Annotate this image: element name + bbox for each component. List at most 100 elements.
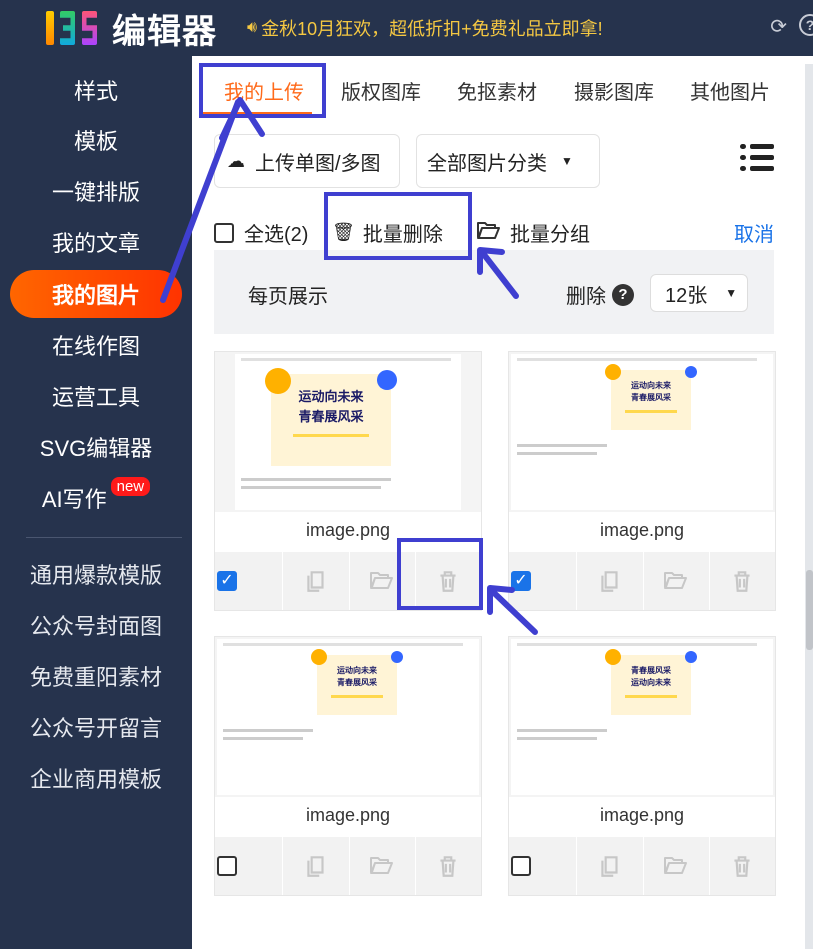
sidebar-item-label: 运营工具	[51, 385, 140, 410]
sidebar-item-label: 公众号开留言	[29, 716, 162, 741]
poster-title: 运动向未来	[631, 381, 671, 390]
select-all-label: 全选(2)	[244, 224, 309, 246]
image-checkbox[interactable]	[511, 856, 531, 876]
list-view-icon[interactable]	[740, 144, 774, 172]
sidebar-item-templates[interactable]: 模板	[0, 116, 192, 164]
sidebar-item-popular-templates[interactable]: 通用爆款模版	[0, 550, 192, 598]
select-all-checkbox[interactable]: 全选(2)	[214, 218, 308, 247]
announcement-text: 金秋10月狂欢，超低折扣+免费礼品立即拿!	[261, 19, 603, 39]
image-thumbnail[interactable]: 运动向未来 青春展风采	[509, 352, 775, 512]
image-thumbnail[interactable]: 青春展风采 运动向未来	[509, 637, 775, 797]
cloud-upload-icon: ☁	[227, 150, 245, 171]
poster-title: 运动向未来	[337, 666, 377, 675]
image-card[interactable]: 运动向未来青春展风采 image.png	[214, 636, 482, 896]
trash-icon[interactable]	[708, 552, 775, 610]
sidebar-item-one-click-layout[interactable]: 一键排版	[0, 167, 192, 215]
image-actions: ✓	[509, 552, 775, 610]
trash-icon[interactable]	[708, 837, 775, 895]
select-cell[interactable]	[509, 837, 576, 895]
sidebar-item-label: 在线作图	[51, 334, 140, 359]
poster-title: 运动向未来	[298, 389, 364, 404]
folder-open-icon	[476, 220, 500, 246]
sidebar-item-my-articles[interactable]: 我的文章	[0, 218, 192, 266]
image-thumbnail[interactable]: 运动向未来青春展风采	[215, 637, 481, 797]
category-select[interactable]: 全部图片分类 ▼	[416, 134, 600, 188]
folder-open-icon[interactable]	[642, 837, 709, 895]
sidebar-item-label: 企业商用模板	[29, 767, 162, 792]
top-bar: 编辑器 🔊︎ 金秋10月狂欢，超低折扣+免费礼品立即拿! ⟳ ?	[0, 0, 813, 56]
trash-icon[interactable]	[414, 837, 481, 895]
tab-copyright-library[interactable]: 版权图库	[341, 76, 421, 105]
announcement[interactable]: 🔊︎ 金秋10月狂欢，超低折扣+免费礼品立即拿!	[247, 15, 603, 41]
sidebar-item-label: 我的图片	[51, 283, 140, 308]
tab-other-images[interactable]: 其他图片	[690, 76, 770, 105]
per-page-value: 12张	[665, 284, 708, 307]
per-page-bar: 每页展示 删除 ? 12张 ▼	[214, 250, 774, 334]
sidebar-item-label: 样式	[73, 79, 118, 104]
sidebar-item-chongyang-materials[interactable]: 免费重阳素材	[0, 652, 192, 700]
image-checkbox[interactable]: ✓	[511, 571, 531, 591]
upload-button[interactable]: ☁ 上传单图/多图	[214, 134, 400, 188]
sidebar-item-online-design[interactable]: 在线作图	[0, 321, 192, 369]
sidebar-item-label: 我的文章	[51, 231, 140, 256]
image-filename: image.png	[599, 805, 685, 825]
copy-icon[interactable]	[282, 837, 348, 895]
image-checkbox[interactable]: ✓	[217, 571, 237, 591]
question-icon[interactable]: ?	[612, 283, 634, 306]
poster-subtitle: 青春展风采	[298, 409, 364, 424]
sidebar-item-open-comments[interactable]: 公众号开留言	[0, 703, 192, 751]
poster-subtitle: 青春展风采	[337, 678, 377, 687]
image-card[interactable]: 运动向未来 青春展风采 image.png ✓	[508, 351, 776, 611]
sidebar-item-ai-writing[interactable]: AI写作 new	[0, 474, 192, 522]
annotation-box-my-uploads	[199, 63, 326, 118]
cancel-link[interactable]: 取消	[734, 218, 774, 247]
new-badge: new	[110, 476, 151, 496]
category-label: 全部图片分类	[427, 152, 547, 175]
checkbox[interactable]	[214, 222, 234, 243]
logo[interactable]: 编辑器	[46, 4, 217, 53]
folder-open-icon[interactable]	[642, 552, 709, 610]
per-page-select[interactable]: 12张 ▼	[650, 274, 748, 312]
image-filename: image.png	[599, 520, 685, 540]
annotation-box-delete-icon	[397, 538, 483, 610]
delete-text: 删除	[566, 286, 606, 308]
sidebar-item-label: SVG编辑器	[39, 436, 153, 461]
sidebar-item-styles[interactable]: 样式	[0, 66, 192, 114]
sidebar: 样式 模板 一键排版 我的文章 我的图片 在线作图 运营工具 SVG编辑器 AI…	[0, 56, 192, 949]
copy-icon[interactable]	[282, 552, 348, 610]
bulk-group-button[interactable]: 批量分组	[476, 218, 590, 247]
tab-cutout-materials[interactable]: 免抠素材	[457, 76, 537, 105]
sidebar-item-label: 通用爆款模版	[29, 563, 162, 588]
sidebar-item-cover-image[interactable]: 公众号封面图	[0, 601, 192, 649]
poster-title: 青春展风采	[631, 666, 671, 675]
sidebar-item-operation-tools[interactable]: 运营工具	[0, 372, 192, 420]
sidebar-item-label: 公众号封面图	[29, 614, 162, 639]
logo-135-mark	[46, 7, 102, 49]
delete-label: 删除 ?	[566, 280, 634, 309]
sidebar-item-svg-editor[interactable]: SVG编辑器	[0, 423, 192, 471]
help-icon[interactable]: ?	[799, 14, 813, 36]
sidebar-item-my-images[interactable]: 我的图片	[10, 270, 182, 318]
select-cell[interactable]: ✓	[215, 552, 282, 610]
folder-open-icon[interactable]	[348, 837, 415, 895]
image-thumbnail[interactable]: 运动向未来青春展风采	[215, 352, 481, 512]
sidebar-divider	[26, 537, 182, 538]
image-filename: image.png	[305, 805, 391, 825]
sidebar-item-commercial-templates[interactable]: 企业商用模板	[0, 754, 192, 802]
scrollbar-track[interactable]	[805, 64, 813, 949]
tab-photo-library[interactable]: 摄影图库	[574, 76, 654, 105]
select-cell[interactable]	[215, 837, 282, 895]
image-card[interactable]: 青春展风采 运动向未来 image.png	[508, 636, 776, 896]
copy-icon[interactable]	[576, 552, 642, 610]
per-page-label: 每页展示	[248, 286, 328, 308]
sidebar-item-label: AI写作	[41, 487, 107, 512]
image-actions	[509, 837, 775, 895]
scrollbar-thumb[interactable]	[806, 570, 813, 650]
upload-label: 上传单图/多图	[255, 152, 381, 175]
select-cell[interactable]: ✓	[509, 552, 576, 610]
sidebar-item-label: 模板	[73, 129, 118, 154]
copy-icon[interactable]	[576, 837, 642, 895]
sidebar-item-label: 免费重阳素材	[29, 665, 162, 690]
refresh-icon[interactable]: ⟳	[770, 14, 787, 39]
image-checkbox[interactable]	[217, 856, 237, 876]
